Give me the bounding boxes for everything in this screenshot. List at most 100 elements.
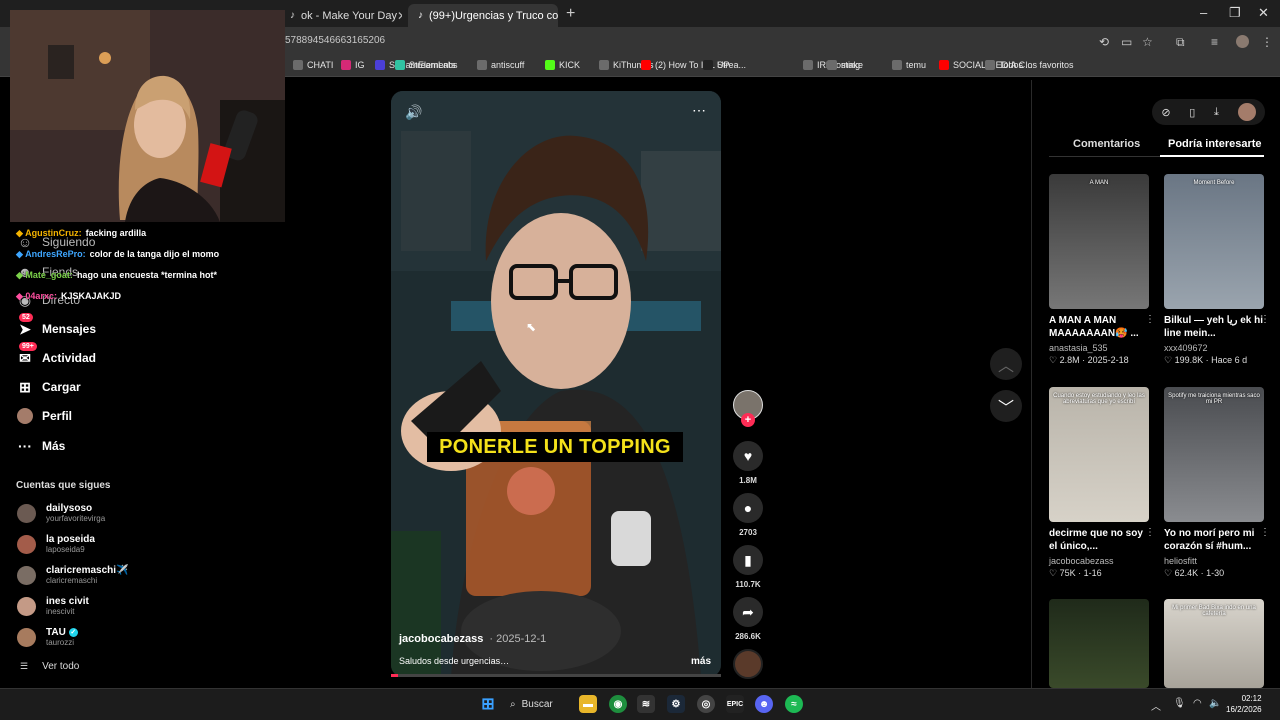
bookmark-item[interactable]: make xyxy=(827,60,863,70)
sidebar-item-messages[interactable]: ➤ 52 Mensajes xyxy=(16,313,96,338)
obs-icon[interactable]: ◎ xyxy=(697,695,715,713)
bookmark-label: temu xyxy=(906,60,927,70)
tab-title: ok - Make Your Day xyxy=(301,9,397,22)
cast-icon[interactable]: ▭ xyxy=(1121,35,1132,49)
video-thumbnail: A MAN xyxy=(1049,174,1149,309)
sidebar-item-upload[interactable]: ⊞ Cargar xyxy=(16,378,81,396)
download-icon[interactable]: ⤓ xyxy=(1214,106,1219,119)
profile-avatar[interactable] xyxy=(1236,35,1249,48)
recommended-video-card[interactable]: Moment Before Bilkul — yeh ریا ek hi line… xyxy=(1164,174,1270,366)
bookmark-item[interactable]: temu xyxy=(892,60,926,70)
recommended-video-card[interactable] xyxy=(1049,599,1149,688)
followed-account[interactable]: TAU ✓ taurozzi xyxy=(17,627,78,648)
tab-recommended[interactable]: Podría interesarte xyxy=(1168,138,1262,150)
previous-video-button[interactable]: ︿ xyxy=(990,348,1022,380)
browser-tab-2[interactable]: ♪ (99+)Urgencias y Truco con 🔈 ✕ xyxy=(408,4,558,27)
windows-start-icon[interactable]: ⊞ xyxy=(479,695,497,713)
epic-games-icon[interactable]: EPIC xyxy=(726,695,744,713)
translate-icon[interactable]: ⟲ xyxy=(1099,35,1109,49)
next-video-button[interactable]: ﹀ xyxy=(990,390,1022,422)
microphone-icon[interactable]: 🎙 xyxy=(1173,698,1186,709)
bookmark-icon xyxy=(477,60,487,70)
card-title: Yo no morí pero mi corazón sí #hum... xyxy=(1164,528,1255,552)
video-player[interactable] xyxy=(391,91,721,677)
spotify-icon[interactable]: ≈ xyxy=(785,695,803,713)
share-button[interactable]: ➦ 286.6K xyxy=(733,597,763,641)
bookmark-item[interactable]: IG xyxy=(341,60,365,70)
bookmark-label: IG xyxy=(355,60,365,70)
device-icon[interactable]: ▯ xyxy=(1189,106,1195,119)
file-explorer-icon[interactable]: ▬ xyxy=(579,695,597,713)
video-author[interactable]: jacobocabezass · 2025-12-1 xyxy=(399,633,546,645)
more-options-icon[interactable]: ⋯ xyxy=(692,102,706,119)
menu-icon[interactable]: ⋮ xyxy=(1261,35,1273,49)
recommended-video-card[interactable]: Spotify me traiciona mientras saco mi PR… xyxy=(1164,387,1270,579)
bookmark-label: StreamLabs xyxy=(409,60,458,70)
capcut-icon[interactable]: ≋ xyxy=(637,695,655,713)
close-window-icon[interactable]: ✕ xyxy=(1258,5,1269,21)
bookmark-item[interactable]: KICK xyxy=(545,60,580,70)
account-name-text: claricremaschi✈️ xyxy=(46,565,129,576)
video-progress-bar[interactable] xyxy=(391,674,721,677)
comment-button[interactable]: ● 2703 xyxy=(733,493,763,537)
bookmark-icon xyxy=(985,60,995,70)
caption-more-button[interactable]: más xyxy=(691,656,711,667)
bookmark-item[interactable]: UP xyxy=(703,60,730,70)
bookmark-item[interactable]: Todos los favoritos xyxy=(985,60,1074,70)
see-all-link[interactable]: ☰ Ver todo xyxy=(20,661,79,672)
card-more-icon[interactable]: ⋮ xyxy=(1260,527,1270,538)
recommended-video-card[interactable]: Cuando estoy estudiando y leo las abrevi… xyxy=(1049,387,1155,579)
bookmark-item[interactable]: StreamLabs xyxy=(395,60,458,70)
extensions-icon[interactable]: ⧉ xyxy=(1176,35,1185,50)
close-icon[interactable]: ✕ xyxy=(397,9,402,23)
following-accounts-title: Cuentas que sigues xyxy=(16,480,111,491)
sidebar-item-more[interactable]: ··· Más xyxy=(16,437,65,455)
chrome-icon[interactable]: ◉ xyxy=(609,695,627,713)
followed-account[interactable]: dailysoso yourfavoritevirga xyxy=(17,503,105,524)
author-avatar[interactable]: + xyxy=(733,390,763,427)
taskbar-clock[interactable]: 02:12 16/2/2026 xyxy=(1226,693,1262,715)
restore-icon[interactable]: ❐ xyxy=(1229,5,1241,21)
star-icon[interactable]: ☆ xyxy=(1142,35,1153,49)
followed-account[interactable]: ines civit inescivit xyxy=(17,596,89,617)
discord-icon[interactable]: ☻ xyxy=(755,695,773,713)
recommended-video-card[interactable]: A MAN A MAN A MAN MAAAAAAAN🥵 ... anastasia… xyxy=(1049,174,1155,366)
webcam-overlay xyxy=(10,10,285,222)
avatar xyxy=(17,597,36,616)
browser-tab-1[interactable]: ♪ ok - Make Your Day ✕ xyxy=(280,4,402,27)
media-icon[interactable]: ≡ xyxy=(1211,35,1218,49)
taskbar-search[interactable]: ⌕ Buscar xyxy=(510,694,570,714)
followed-account[interactable]: claricremaschi✈️ claricremaschi xyxy=(17,565,129,586)
bookmark-item[interactable]: (2) How To IRL Strea... xyxy=(641,60,746,70)
bookmark-icon xyxy=(892,60,902,70)
card-more-icon[interactable]: ⋮ xyxy=(1145,314,1155,325)
user-avatar[interactable] xyxy=(1237,103,1256,121)
thumbnail-text: A MAN xyxy=(1089,180,1109,186)
card-more-icon[interactable]: ⋮ xyxy=(1260,314,1270,325)
compass-icon[interactable]: ⊘ xyxy=(1161,106,1170,119)
bookmark-item[interactable]: CHATI xyxy=(293,60,333,70)
followed-account[interactable]: la poseida laposeida9 xyxy=(17,534,95,555)
like-button[interactable]: ♥ 1.8M xyxy=(733,441,763,485)
steam-icon[interactable]: ⚙ xyxy=(667,695,685,713)
volume-icon[interactable]: 🔊 xyxy=(405,104,422,121)
tab-comments[interactable]: Comentarios xyxy=(1073,138,1140,150)
profile-icon xyxy=(16,407,34,425)
recommended-video-card[interactable]: Mi primer Bad Bixa indo en una cafetería xyxy=(1164,599,1264,688)
tray-chevron-icon[interactable]: ︿ xyxy=(1151,698,1161,713)
save-button[interactable]: ▮ 110.7K xyxy=(733,545,763,589)
chat-username: AgustinCruz: xyxy=(25,228,82,238)
wifi-icon[interactable]: ◠ xyxy=(1193,698,1202,709)
bookmark-item[interactable]: antiscuff xyxy=(477,60,524,70)
minimize-icon[interactable]: – xyxy=(1200,5,1207,20)
sound-disc[interactable] xyxy=(733,649,763,679)
sidebar-item-profile[interactable]: Perfil xyxy=(16,407,72,425)
address-bar[interactable]: 578894546663165206 xyxy=(285,35,385,46)
card-more-icon[interactable]: ⋮ xyxy=(1145,527,1155,538)
volume-tray-icon[interactable]: 🔈 xyxy=(1209,698,1221,709)
new-tab-button[interactable]: + xyxy=(566,5,575,23)
thumbnail-text: Moment Before xyxy=(1193,180,1235,186)
card-author: anastasia_535 xyxy=(1049,343,1108,353)
follow-plus-icon[interactable]: + xyxy=(741,413,755,427)
sidebar-item-activity[interactable]: ✉ 99+ Actividad xyxy=(16,342,96,367)
